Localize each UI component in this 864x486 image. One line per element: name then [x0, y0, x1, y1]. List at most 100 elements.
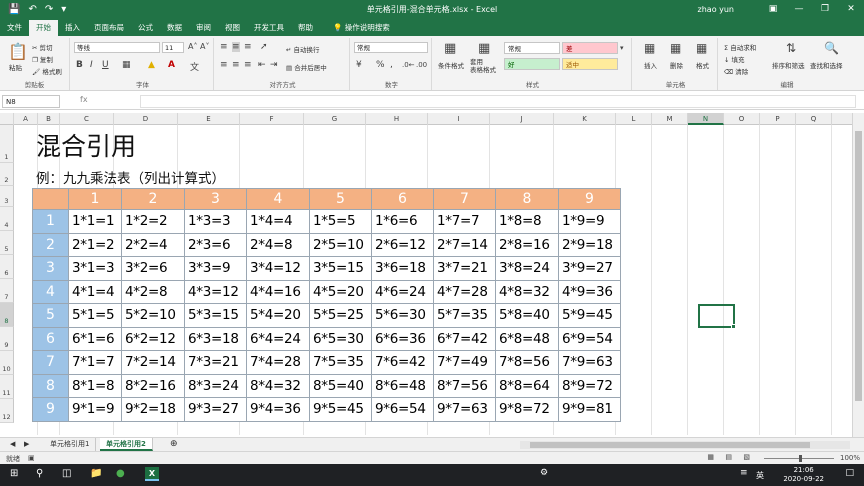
- insert-cells-button[interactable]: 插入: [644, 60, 657, 70]
- zoom-level[interactable]: 100%: [840, 454, 860, 462]
- vertical-scroll-thumb[interactable]: [855, 131, 862, 401]
- format-table-icon[interactable]: ▦: [478, 41, 490, 56]
- autosum-button[interactable]: Σ 自动求和: [724, 42, 756, 52]
- product-cell[interactable]: 3*8=24: [495, 256, 559, 281]
- align-middle-icon[interactable]: ≡: [232, 42, 240, 52]
- redo-icon[interactable]: ↷: [45, 4, 53, 15]
- align-top-icon[interactable]: ≡: [220, 42, 228, 52]
- task-view-icon[interactable]: ◫: [62, 468, 71, 479]
- tab-page-layout[interactable]: 页面布局: [87, 20, 131, 36]
- product-cell[interactable]: 7*5=35: [309, 350, 372, 375]
- row-header[interactable]: 4: [0, 207, 14, 231]
- product-cell[interactable]: 3*5=15: [309, 256, 372, 281]
- italic-button[interactable]: I: [90, 60, 93, 70]
- tab-data[interactable]: 数据: [160, 20, 189, 36]
- taskbar-clock[interactable]: 21:06 2020-09-22: [783, 466, 824, 484]
- percent-button[interactable]: %: [376, 60, 385, 70]
- product-cell[interactable]: 7*7=49: [433, 350, 496, 375]
- product-cell[interactable]: 1*9=9: [558, 209, 621, 234]
- product-cell[interactable]: 7*3=21: [184, 350, 247, 375]
- product-cell[interactable]: 5*2=10: [121, 303, 185, 328]
- comma-button[interactable]: ,: [390, 60, 393, 70]
- sheet-tab-1[interactable]: 单元格引用1: [44, 438, 97, 451]
- product-cell[interactable]: 9*9=81: [558, 397, 621, 422]
- column-header[interactable]: J: [490, 113, 554, 125]
- format-as-table-button[interactable]: 套用 表格格式: [470, 58, 496, 74]
- product-cell[interactable]: 3*6=18: [371, 256, 434, 281]
- tell-me-search[interactable]: 💡 操作说明搜索: [326, 20, 397, 36]
- format-cells-icon[interactable]: ▦: [696, 41, 707, 55]
- tab-help[interactable]: 帮助: [291, 20, 320, 36]
- increase-indent-icon[interactable]: ⇥: [270, 60, 278, 70]
- product-cell[interactable]: 7*6=42: [371, 350, 434, 375]
- product-cell[interactable]: 9*6=54: [371, 397, 434, 422]
- grow-font-icon[interactable]: A˄: [188, 42, 197, 51]
- notification-icon[interactable]: □: [845, 468, 854, 478]
- column-header[interactable]: F: [240, 113, 304, 125]
- column-header[interactable]: L: [616, 113, 652, 125]
- product-cell[interactable]: 5*7=35: [433, 303, 496, 328]
- search-icon[interactable]: ⚲: [36, 468, 43, 479]
- column-factor-cell[interactable]: 2: [121, 188, 185, 210]
- undo-icon[interactable]: ↶: [28, 4, 36, 15]
- row-factor-cell[interactable]: 6: [32, 326, 69, 351]
- product-cell[interactable]: 1*8=8: [495, 209, 559, 234]
- product-cell[interactable]: 3*1=3: [68, 256, 122, 281]
- product-cell[interactable]: 1*4=4: [246, 209, 310, 234]
- borders-icon[interactable]: ▦: [122, 60, 131, 70]
- tab-file[interactable]: 文件: [0, 20, 29, 36]
- product-cell[interactable]: 6*3=18: [184, 326, 247, 351]
- column-header[interactable]: E: [178, 113, 240, 125]
- find-select-button[interactable]: 查找和选择: [810, 60, 843, 70]
- product-cell[interactable]: 4*9=36: [558, 279, 621, 304]
- align-center-icon[interactable]: ≡: [232, 60, 240, 70]
- orientation-icon[interactable]: ➚: [260, 42, 268, 52]
- product-cell[interactable]: 5*5=25: [309, 303, 372, 328]
- style-bad[interactable]: 差: [562, 42, 618, 54]
- align-bottom-icon[interactable]: ≡: [244, 42, 252, 52]
- vertical-scrollbar[interactable]: [852, 113, 864, 438]
- column-factor-cell[interactable]: 3: [184, 188, 247, 210]
- selected-cell[interactable]: [698, 304, 736, 329]
- windows-start-icon[interactable]: ⊞: [10, 468, 18, 479]
- product-cell[interactable]: 2*6=12: [371, 232, 434, 257]
- tab-insert[interactable]: 插入: [58, 20, 87, 36]
- column-header[interactable]: H: [366, 113, 428, 125]
- table-corner-cell[interactable]: [32, 188, 69, 210]
- product-cell[interactable]: 6*4=24: [246, 326, 310, 351]
- column-factor-cell[interactable]: 7: [433, 188, 496, 210]
- styles-more-icon[interactable]: ▾: [620, 44, 624, 52]
- merge-center-button[interactable]: ▤ 合并后居中: [286, 62, 327, 72]
- product-cell[interactable]: 6*5=30: [309, 326, 372, 351]
- column-header[interactable]: G: [304, 113, 366, 125]
- row-factor-cell[interactable]: 4: [32, 279, 69, 304]
- row-header[interactable]: 2: [0, 163, 14, 186]
- column-header[interactable]: O: [724, 113, 760, 125]
- product-cell[interactable]: 9*4=36: [246, 397, 310, 422]
- product-cell[interactable]: 1*5=5: [309, 209, 372, 234]
- user-name[interactable]: zhao yun: [698, 5, 734, 14]
- sheet-tab-2[interactable]: 单元格引用2: [100, 438, 153, 451]
- name-box[interactable]: N8: [2, 95, 60, 108]
- product-cell[interactable]: 9*5=45: [309, 397, 372, 422]
- increase-decimal-icon[interactable]: .0←: [402, 61, 415, 69]
- find-select-icon[interactable]: 🔍: [824, 41, 839, 55]
- product-cell[interactable]: 7*2=14: [121, 350, 185, 375]
- product-cell[interactable]: 2*9=18: [558, 232, 621, 257]
- fill-handle[interactable]: [731, 324, 736, 329]
- column-header[interactable]: N: [688, 113, 724, 125]
- product-cell[interactable]: 2*2=4: [121, 232, 185, 257]
- excel-taskbar-icon[interactable]: X: [145, 467, 159, 481]
- product-cell[interactable]: 6*9=54: [558, 326, 621, 351]
- product-cell[interactable]: 2*4=8: [246, 232, 310, 257]
- row-header[interactable]: 6: [0, 255, 14, 279]
- delete-cells-button[interactable]: 删除: [670, 60, 683, 70]
- column-header[interactable]: M: [652, 113, 688, 125]
- product-cell[interactable]: 5*3=15: [184, 303, 247, 328]
- product-cell[interactable]: 3*7=21: [433, 256, 496, 281]
- conditional-format-button[interactable]: 条件格式: [438, 60, 464, 70]
- column-header[interactable]: C: [60, 113, 114, 125]
- product-cell[interactable]: 4*1=4: [68, 279, 122, 304]
- product-cell[interactable]: 8*7=56: [433, 373, 496, 398]
- row-factor-cell[interactable]: 7: [32, 350, 69, 375]
